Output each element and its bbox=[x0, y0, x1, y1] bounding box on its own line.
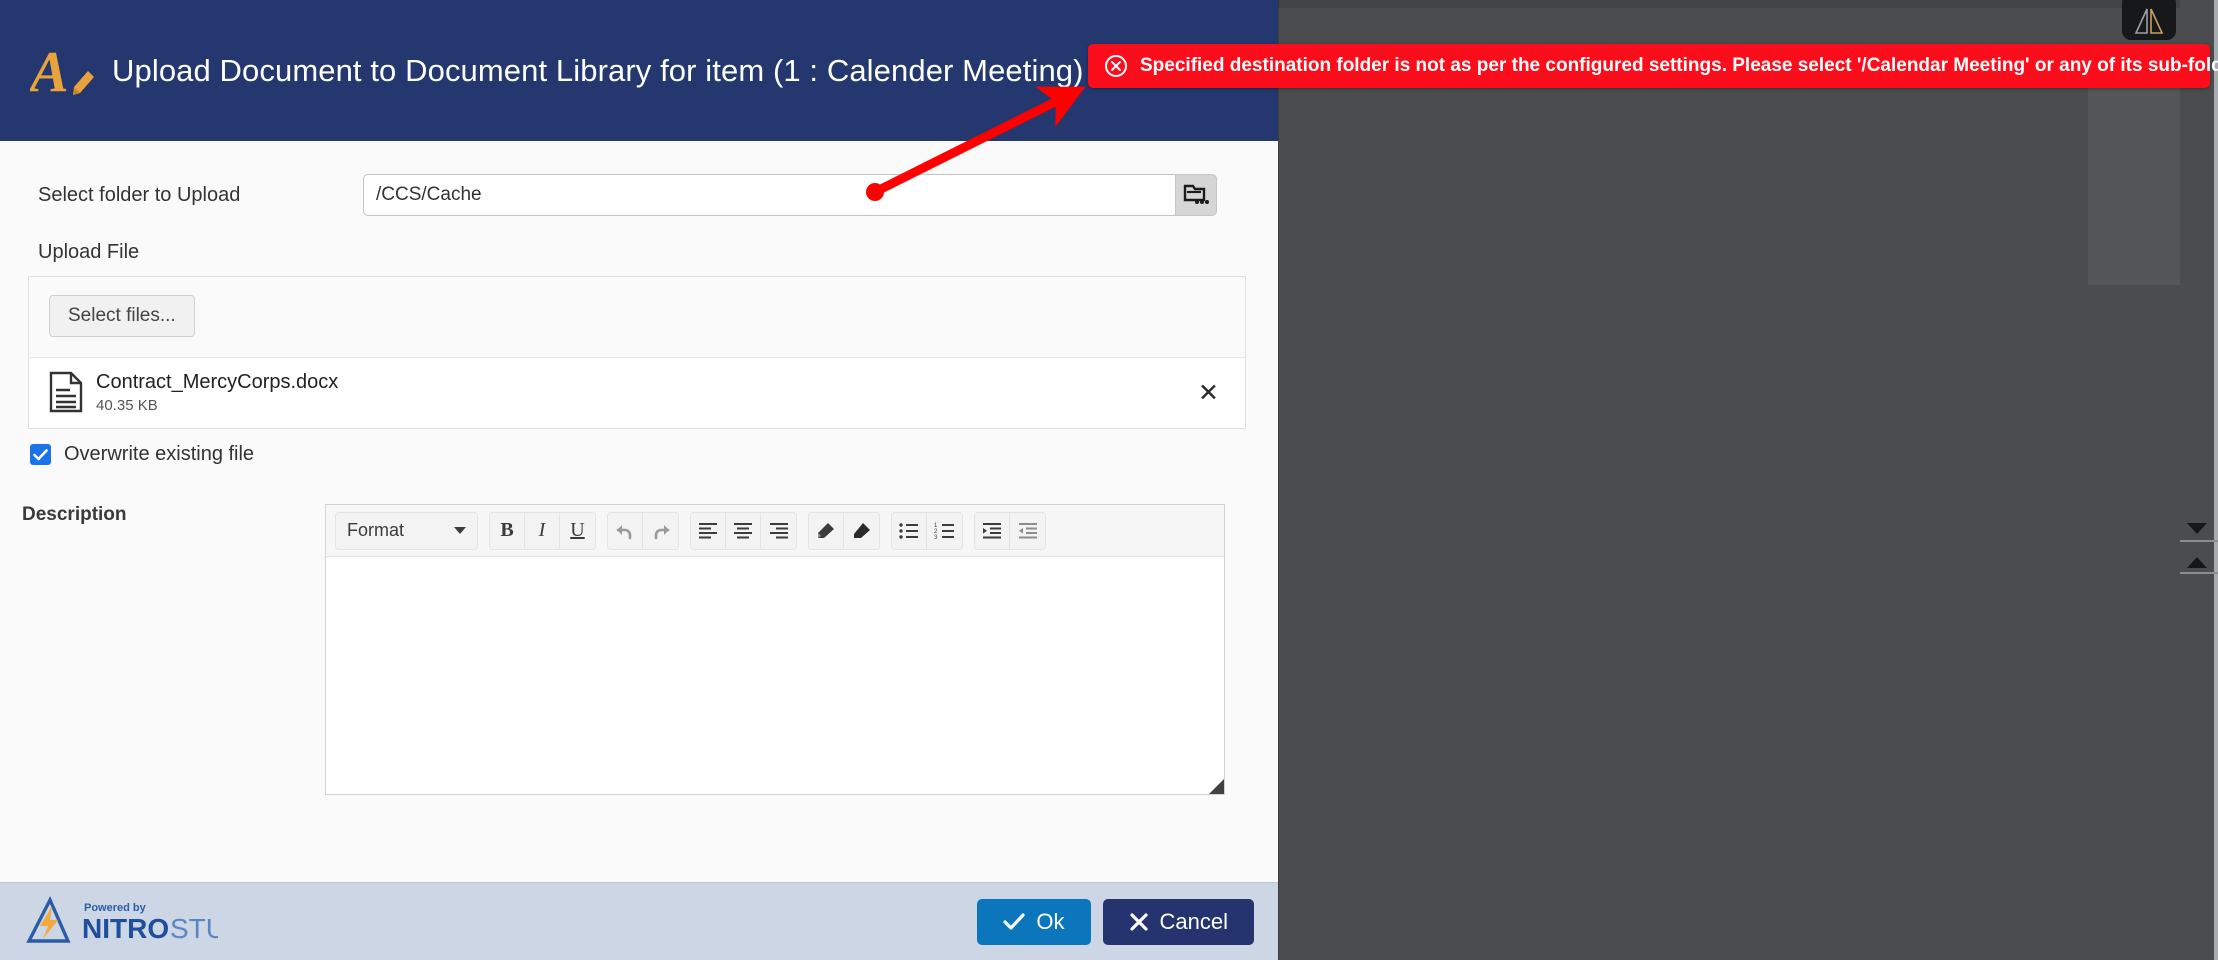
dialog-body: Select folder to Upload Upl bbox=[0, 141, 1278, 882]
indent-decrease-icon[interactable] bbox=[1010, 512, 1045, 549]
folder-row: Select folder to Upload bbox=[0, 167, 1278, 223]
background-panel bbox=[2088, 55, 2180, 285]
dialog-title: Upload Document to Document Library for … bbox=[112, 52, 1084, 88]
alignment-group bbox=[690, 511, 797, 550]
indent-group bbox=[974, 511, 1046, 550]
align-right-icon[interactable] bbox=[761, 512, 796, 549]
page-background-dark bbox=[1278, 0, 2218, 960]
bold-button[interactable]: B bbox=[490, 512, 525, 549]
indent-increase-icon[interactable] bbox=[975, 512, 1010, 549]
description-label: Description bbox=[22, 504, 127, 525]
list-group: 1 2 3 bbox=[891, 511, 963, 550]
dialog-header: A Upload Document to Document Library fo… bbox=[0, 0, 1278, 141]
remove-file-button[interactable]: ✕ bbox=[1192, 380, 1225, 405]
description-section: Description Format B I U 1 2 3 bbox=[0, 466, 1278, 795]
overwrite-existing-file-label: Overwrite existing file bbox=[64, 443, 255, 465]
mirror-flip-icon bbox=[2122, 0, 2176, 40]
italic-button[interactable]: I bbox=[525, 512, 560, 549]
folder-path-input[interactable] bbox=[363, 174, 1175, 216]
redo-icon[interactable] bbox=[643, 512, 678, 549]
scrollbar-track[interactable] bbox=[2180, 0, 2218, 960]
folder-input-group bbox=[363, 174, 1217, 216]
highlight-icon[interactable] bbox=[844, 512, 879, 549]
format-group: Format bbox=[335, 511, 478, 550]
scrollbar-divider bbox=[2180, 572, 2218, 574]
select-files-button[interactable]: Select files... bbox=[49, 295, 195, 337]
error-toast[interactable]: Specified destination folder is not as p… bbox=[1088, 44, 2218, 88]
svg-text:A: A bbox=[30, 39, 69, 104]
upload-file-label: Upload File bbox=[38, 241, 140, 263]
document-file-icon bbox=[49, 371, 83, 413]
svg-text:STUDIO: STUDIO bbox=[170, 913, 218, 944]
overwrite-row: Overwrite existing file bbox=[0, 429, 1278, 466]
nitro-studio-logo: Powered by NITRO STUDIO bbox=[22, 894, 977, 950]
page-background-top-shade bbox=[1278, 0, 2218, 8]
close-icon bbox=[1129, 912, 1148, 931]
document-edit-icon: A bbox=[30, 35, 96, 107]
cancel-button-label: Cancel bbox=[1159, 908, 1228, 934]
description-editor-body[interactable] bbox=[326, 557, 1224, 794]
history-group bbox=[607, 511, 679, 550]
file-size: 40.35 KB bbox=[96, 397, 158, 414]
cancel-button[interactable]: Cancel bbox=[1102, 898, 1254, 945]
ok-button[interactable]: Ok bbox=[977, 898, 1091, 945]
color-group bbox=[808, 511, 880, 550]
bullet-list-icon[interactable] bbox=[892, 512, 927, 549]
folder-label: Select folder to Upload bbox=[38, 183, 241, 206]
format-dropdown[interactable]: Format bbox=[336, 513, 477, 549]
scrollbar-divider bbox=[2180, 540, 2218, 542]
svg-text:3: 3 bbox=[934, 535, 938, 540]
upload-document-dialog: A Upload Document to Document Library fo… bbox=[0, 0, 1278, 960]
scrollbar-thumb[interactable] bbox=[2180, 0, 2214, 960]
file-name: Contract_MercyCorps.docx bbox=[96, 371, 339, 393]
file-info: Contract_MercyCorps.docx 40.35 KB bbox=[96, 370, 1192, 414]
chevron-down-icon bbox=[454, 527, 466, 534]
format-dropdown-label: Format bbox=[347, 520, 405, 540]
error-circle-x-icon bbox=[1104, 54, 1128, 78]
text-style-group: B I U bbox=[489, 511, 596, 550]
numbered-list-icon[interactable]: 1 2 3 bbox=[927, 512, 962, 549]
undo-icon[interactable] bbox=[608, 512, 643, 549]
chevron-down-icon[interactable] bbox=[2184, 518, 2210, 538]
screen: A Upload Document to Document Library fo… bbox=[0, 0, 2218, 960]
rich-text-editor: Format B I U 1 2 3 bbox=[325, 504, 1225, 795]
ok-button-label: Ok bbox=[1036, 908, 1065, 934]
check-icon bbox=[1003, 912, 1025, 930]
dialog-footer: Powered by NITRO STUDIO Ok Cancel bbox=[0, 882, 1278, 960]
uploaded-file-row: Contract_MercyCorps.docx 40.35 KB ✕ bbox=[29, 358, 1245, 428]
overwrite-existing-file-checkbox[interactable] bbox=[30, 444, 51, 465]
folder-browse-icon[interactable] bbox=[1175, 174, 1217, 216]
error-toast-message: Specified destination folder is not as p… bbox=[1140, 55, 2218, 76]
editor-toolbar: Format B I U 1 2 3 bbox=[326, 505, 1224, 557]
svg-text:NITRO: NITRO bbox=[82, 913, 169, 944]
editor-resize-handle[interactable] bbox=[1207, 777, 1224, 794]
select-files-area: Select files... bbox=[29, 277, 1245, 358]
underline-button[interactable]: U bbox=[560, 512, 595, 549]
align-center-icon[interactable] bbox=[726, 512, 761, 549]
chevron-up-icon[interactable] bbox=[2184, 552, 2210, 572]
upload-file-box: Select files... Contract_MercyCorps.docx… bbox=[28, 276, 1246, 429]
text-color-icon[interactable] bbox=[809, 512, 844, 549]
align-left-icon[interactable] bbox=[691, 512, 726, 549]
footer-actions: Ok Cancel bbox=[977, 898, 1254, 945]
